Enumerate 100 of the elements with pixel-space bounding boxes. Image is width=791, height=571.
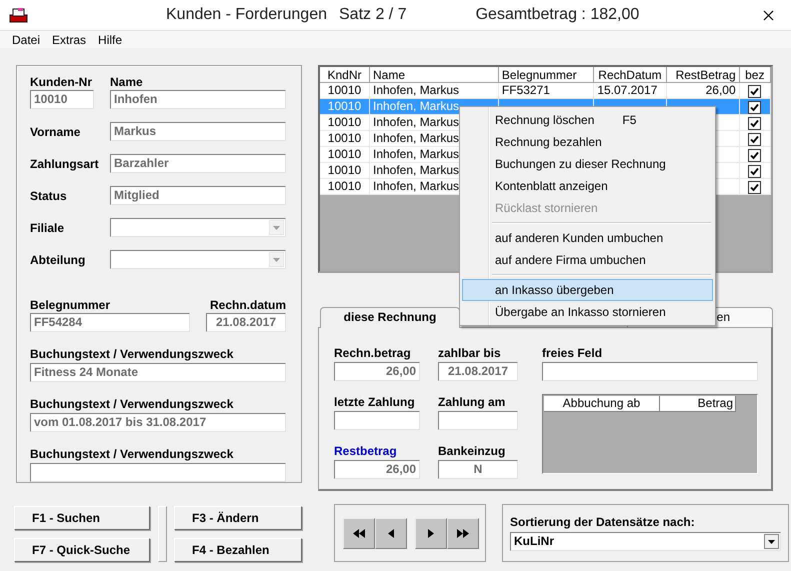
menu-item[interactable]: Kontenblatt anzeigen bbox=[462, 175, 713, 197]
menu-item[interactable]: auf anderen Kunden umbuchen bbox=[462, 227, 713, 249]
name-field[interactable]: Inhofen bbox=[110, 90, 286, 109]
field-label: Buchungstext / Verwendungszweck bbox=[30, 447, 234, 461]
last-record-button[interactable] bbox=[447, 518, 479, 548]
table-cell: 10010 bbox=[328, 163, 362, 177]
previous-record-button[interactable] bbox=[375, 518, 407, 548]
detail-field[interactable]: 21.08.2017 bbox=[438, 362, 518, 381]
table-cell: 10010 bbox=[328, 131, 362, 145]
field-label: zahlbar bis bbox=[438, 346, 502, 360]
field-label: Rechn.betrag bbox=[334, 346, 412, 360]
dropdown[interactable] bbox=[110, 218, 286, 237]
app-icon bbox=[9, 7, 29, 23]
first-record-button[interactable] bbox=[343, 518, 375, 548]
detail-field[interactable] bbox=[334, 411, 420, 430]
dropdown-arrow-icon bbox=[269, 252, 284, 267]
checkbox[interactable] bbox=[748, 132, 762, 146]
detail-field[interactable]: N bbox=[438, 460, 518, 479]
column-header[interactable]: Betrag bbox=[660, 396, 736, 412]
table-cell: Inhofen, Markus bbox=[372, 131, 460, 145]
table-cell: 10010 bbox=[328, 147, 362, 161]
table-cell: 10010 bbox=[328, 99, 362, 113]
document-number-field[interactable]: FF54284 bbox=[30, 313, 190, 332]
table-cell: 10010 bbox=[328, 179, 362, 193]
text-field[interactable]: Markus bbox=[110, 122, 286, 141]
table-cell: 26,00 bbox=[706, 83, 736, 97]
field-label: Belegnummer bbox=[30, 298, 112, 312]
menu-item[interactable]: auf andere Firma umbuchen bbox=[462, 249, 713, 271]
table-cell: Inhofen, Markus bbox=[372, 83, 460, 97]
tab[interactable]: diese Rechnung bbox=[320, 307, 460, 328]
text-field[interactable]: Mitglied bbox=[110, 186, 286, 205]
table-cell: Inhofen, Markus bbox=[372, 99, 460, 113]
action-button[interactable]: F1 - Suchen bbox=[14, 506, 150, 530]
right-arrow-icon bbox=[428, 528, 434, 538]
dropdown-arrow-icon bbox=[269, 220, 284, 235]
double-right-arrow-icon bbox=[457, 528, 469, 538]
column-header[interactable]: KndNr bbox=[320, 67, 370, 82]
column-header[interactable]: Abbuchung ab bbox=[544, 396, 660, 412]
field-label: letzte Zahlung bbox=[334, 395, 416, 409]
booking-text-field[interactable]: Fitness 24 Monate bbox=[30, 363, 286, 382]
sort-dropdown[interactable]: KuLiNr bbox=[510, 532, 781, 551]
field-label: freies Feld bbox=[542, 346, 604, 360]
table-cell: 10010 bbox=[328, 115, 362, 129]
close-icon[interactable] bbox=[763, 10, 774, 20]
table-cell: 10010 bbox=[328, 83, 362, 97]
text-field[interactable]: Barzahler bbox=[110, 154, 286, 173]
window-title: Kunden - Forderungen bbox=[166, 6, 327, 24]
dropdown[interactable] bbox=[110, 250, 286, 269]
field-label: Name bbox=[110, 75, 144, 89]
checkbox[interactable] bbox=[748, 84, 762, 98]
checkbox[interactable] bbox=[748, 116, 762, 130]
field-label: Buchungstext / Verwendungszweck bbox=[30, 397, 234, 411]
action-button[interactable]: F4 - Bezahlen bbox=[174, 538, 302, 562]
field-label: Abteilung bbox=[30, 252, 86, 266]
detail-field[interactable]: 26,00 bbox=[334, 460, 420, 479]
total-amount: Gesamtbetrag : 182,00 bbox=[476, 6, 640, 24]
booking-text-field[interactable] bbox=[30, 463, 286, 482]
checkbox[interactable] bbox=[748, 148, 762, 162]
field-label: Zahlung am bbox=[438, 395, 506, 409]
field-label: Vorname bbox=[30, 124, 82, 138]
next-record-button[interactable] bbox=[415, 518, 447, 548]
menu-item[interactable]: Extras bbox=[46, 32, 92, 46]
column-header[interactable]: bez bbox=[739, 67, 770, 82]
column-header[interactable]: Belegnummer bbox=[498, 67, 594, 82]
menu-item[interactable]: an Inkasso übergeben bbox=[462, 279, 713, 301]
checkbox[interactable] bbox=[748, 100, 762, 114]
table-cell: FF53271 bbox=[502, 83, 550, 97]
field-label: Bankeinzug bbox=[438, 444, 506, 458]
double-left-arrow-icon bbox=[353, 528, 365, 538]
field-label: Filiale bbox=[30, 220, 66, 234]
field-label: Rechn.datum bbox=[208, 298, 286, 312]
action-button[interactable]: F3 - Ändern bbox=[174, 506, 302, 530]
menu-item[interactable]: Hilfe bbox=[92, 32, 128, 46]
table-cell: Inhofen, Markus bbox=[372, 115, 460, 129]
menu-item[interactable]: Datei bbox=[6, 32, 46, 46]
detail-field[interactable]: 26,00 bbox=[334, 362, 420, 381]
checkbox[interactable] bbox=[748, 180, 762, 194]
invoice-date-field[interactable]: 21.08.2017 bbox=[206, 313, 286, 332]
free-field[interactable] bbox=[542, 362, 758, 381]
action-button[interactable]: F7 - Quick-Suche bbox=[14, 538, 150, 562]
menu-item[interactable]: Übergabe an Inkasso stornieren bbox=[462, 301, 713, 323]
table-cell: Inhofen, Markus bbox=[372, 179, 460, 193]
separator-bar bbox=[158, 506, 166, 562]
table-cell: Inhofen, Markus bbox=[372, 163, 460, 177]
booking-text-field[interactable]: vom 01.08.2017 bis 31.08.2017 bbox=[30, 413, 286, 432]
column-header[interactable]: Name bbox=[369, 67, 498, 82]
column-header[interactable]: RestBetrag bbox=[666, 67, 740, 82]
field-label: Zahlungsart bbox=[30, 156, 100, 170]
detail-field[interactable] bbox=[438, 411, 518, 430]
record-counter: Satz 2 / 7 bbox=[339, 6, 407, 24]
column-header[interactable]: RechDatum bbox=[594, 67, 666, 82]
field-label: Status bbox=[30, 188, 68, 202]
table-cell: 15.07.2017 bbox=[597, 83, 658, 97]
field-label: Buchungstext / Verwendungszweck bbox=[30, 347, 234, 361]
left-arrow-icon bbox=[388, 528, 394, 538]
checkbox[interactable] bbox=[748, 164, 762, 178]
sort-label: Sortierung der Datensätze nach: bbox=[510, 515, 696, 529]
field-label: Kunden-Nr bbox=[30, 75, 93, 89]
customer-number-field[interactable]: 10010 bbox=[30, 90, 94, 109]
table-cell: Inhofen, Markus bbox=[372, 147, 460, 161]
